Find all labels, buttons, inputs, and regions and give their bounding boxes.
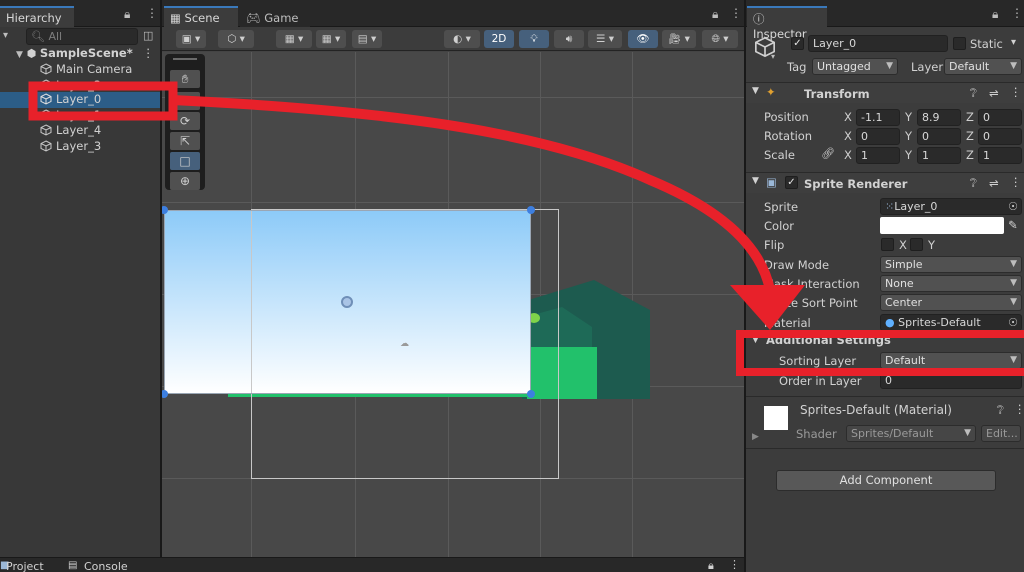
annotation-arrow-line xyxy=(171,95,775,292)
highlight-box-layer-0 xyxy=(28,81,178,121)
highlight-box-sorting-layer xyxy=(736,330,1024,376)
annotation-overlay xyxy=(28,81,1024,376)
annotation-arrow-head xyxy=(730,285,805,330)
